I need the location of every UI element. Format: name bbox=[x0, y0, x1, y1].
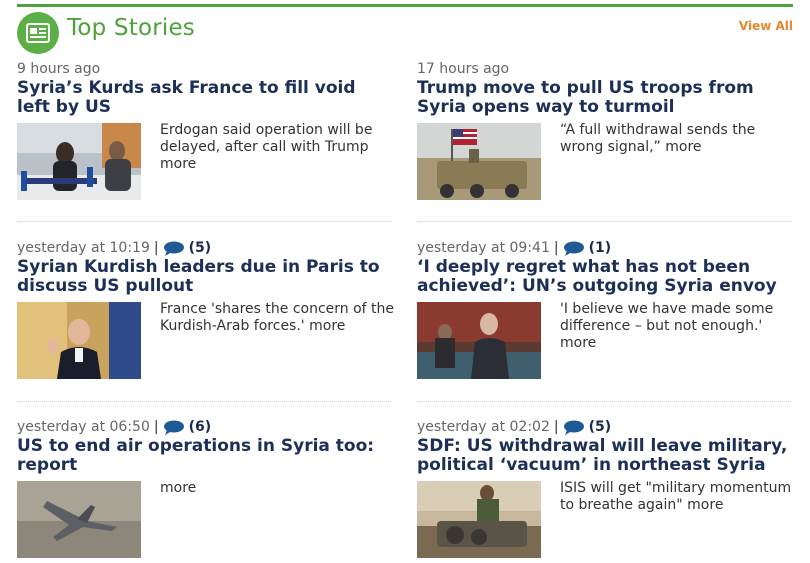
divider bbox=[17, 401, 391, 402]
story-headline[interactable]: US to end air operations in Syria too: r… bbox=[17, 437, 392, 475]
comment-count[interactable]: (5) bbox=[589, 418, 612, 436]
story-body: ISIS will get "military momentum to brea… bbox=[417, 480, 792, 559]
story-summary: France 'shares the concern of the Kurdis… bbox=[160, 301, 395, 334]
story-summary: “A full withdrawal sends the wrong signa… bbox=[560, 122, 756, 155]
story-body: “A full withdrawal sends the wrong signa… bbox=[417, 122, 792, 201]
story-time: yesterday at 06:50 | (6) bbox=[17, 418, 212, 436]
timestamp: yesterday at 02:02 bbox=[417, 419, 550, 435]
comment-count[interactable]: (6) bbox=[189, 418, 212, 436]
divider bbox=[417, 221, 791, 222]
timestamp: yesterday at 06:50 bbox=[17, 419, 150, 435]
comment-icon[interactable] bbox=[563, 241, 585, 256]
story-time: 9 hours ago bbox=[17, 60, 392, 78]
story-summary: Erdogan said operation will be delayed, … bbox=[160, 122, 373, 172]
comment-icon[interactable] bbox=[163, 420, 185, 435]
story-card: 9 hours ago Syria’s Kurds ask France to … bbox=[17, 60, 392, 201]
story-thumbnail[interactable] bbox=[417, 123, 541, 200]
news-icon bbox=[17, 12, 59, 54]
story-headline[interactable]: Syria’s Kurds ask France to fill void le… bbox=[17, 79, 392, 117]
story-time: yesterday at 02:02 | (5) bbox=[417, 418, 612, 436]
story-card: yesterday at 02:02 | (5) SDF: US withdra… bbox=[417, 418, 792, 559]
story-card: yesterday at 09:41 | (1) ‘I deeply regre… bbox=[417, 239, 792, 380]
story-time: yesterday at 10:19 | (5) bbox=[17, 239, 212, 257]
story-body: France 'shares the concern of the Kurdis… bbox=[17, 301, 395, 380]
story-thumbnail[interactable] bbox=[417, 481, 541, 558]
more-link[interactable]: more bbox=[160, 480, 196, 496]
divider bbox=[417, 401, 791, 402]
divider bbox=[17, 221, 391, 222]
more-link[interactable]: more bbox=[160, 156, 196, 172]
story-summary: 'I believe we have made some difference … bbox=[560, 301, 774, 351]
story-thumbnail[interactable] bbox=[417, 302, 541, 379]
story-summary: more bbox=[160, 480, 395, 497]
comment-icon[interactable] bbox=[163, 241, 185, 256]
story-thumbnail[interactable] bbox=[17, 481, 141, 558]
story-headline[interactable]: SDF: US withdrawal will leave military, … bbox=[417, 437, 792, 475]
section-title: Top Stories bbox=[67, 15, 195, 41]
section-header: Top Stories View All bbox=[17, 11, 793, 55]
story-card: yesterday at 10:19 | (5) Syrian Kurdish … bbox=[17, 239, 395, 380]
more-link[interactable]: more bbox=[687, 497, 723, 513]
story-summary: ISIS will get "military momentum to brea… bbox=[560, 480, 792, 513]
story-body: more bbox=[17, 480, 395, 559]
comment-count[interactable]: (1) bbox=[589, 239, 612, 257]
story-time: yesterday at 09:41 | (1) bbox=[417, 239, 612, 257]
story-card: yesterday at 06:50 | (6) US to end air o… bbox=[17, 418, 392, 559]
story-headline[interactable]: Trump move to pull US troops from Syria … bbox=[417, 79, 792, 117]
timestamp: 9 hours ago bbox=[17, 61, 101, 77]
story-headline[interactable]: ‘I deeply regret what has not been achie… bbox=[417, 258, 792, 296]
timestamp: yesterday at 09:41 bbox=[417, 240, 550, 256]
story-body: Erdogan said operation will be delayed, … bbox=[17, 122, 392, 201]
comment-count[interactable]: (5) bbox=[189, 239, 212, 257]
timestamp: 17 hours ago bbox=[417, 61, 510, 77]
timestamp: yesterday at 10:19 bbox=[17, 240, 150, 256]
more-link[interactable]: more bbox=[309, 318, 345, 334]
story-time: 17 hours ago bbox=[417, 60, 792, 78]
story-card: 17 hours ago Trump move to pull US troop… bbox=[417, 60, 792, 201]
view-all-link[interactable]: View All bbox=[739, 19, 793, 33]
more-link[interactable]: more bbox=[665, 139, 701, 155]
story-body: 'I believe we have made some difference … bbox=[417, 301, 792, 380]
story-headline[interactable]: Syrian Kurdish leaders due in Paris to d… bbox=[17, 258, 392, 296]
story-thumbnail[interactable] bbox=[17, 123, 141, 200]
top-accent-bar bbox=[17, 4, 793, 7]
comment-icon[interactable] bbox=[563, 420, 585, 435]
more-link[interactable]: more bbox=[560, 335, 596, 351]
story-thumbnail[interactable] bbox=[17, 302, 141, 379]
